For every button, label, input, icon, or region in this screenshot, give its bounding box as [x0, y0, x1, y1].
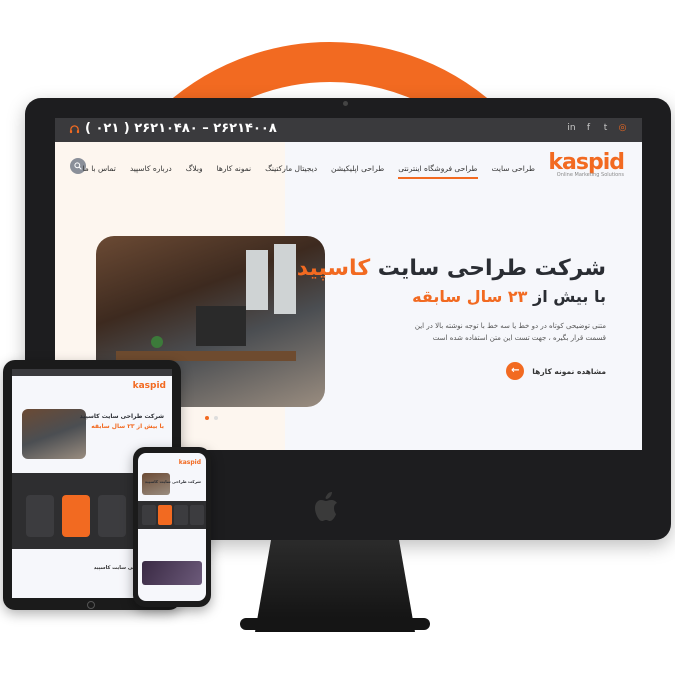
imac-stand-base	[240, 618, 430, 630]
camera-dot	[343, 101, 348, 106]
nav-item-blog[interactable]: وبلاگ	[186, 164, 203, 173]
monitor-shape	[196, 306, 246, 346]
window-shape	[274, 244, 296, 314]
tablet-service-card	[26, 495, 54, 537]
headset-icon	[69, 125, 80, 134]
tablet-hero-title: شرکت طراحی سایت کاسپید	[79, 413, 164, 420]
hero-text: شرکت طراحی سایت کاسپید با بیش از ۲۳ سال …	[297, 256, 606, 380]
phone-screen: kaspid شرکت طراحی سایت کاسپید	[138, 453, 206, 601]
cta-label: مشاهده نمونه کارها	[532, 366, 606, 376]
tablet-service-card	[98, 495, 126, 537]
nav-item-contact[interactable]: تماس با ما	[83, 164, 116, 173]
phone-device: kaspid شرکت طراحی سایت کاسپید	[133, 447, 211, 607]
phone-service-card	[190, 505, 204, 525]
tablet-home-button	[87, 601, 95, 609]
nav-item-about[interactable]: درباره کاسپید	[130, 164, 172, 173]
hero-subtitle-accent: ۲۳ سال سابقه	[412, 287, 528, 306]
slider-dots	[205, 416, 218, 420]
nav-item-app-design[interactable]: طراحی اپلیکیشن	[331, 164, 384, 173]
hero-description: متنی توضیحی کوتاه در دو خط یا سه خط با ت…	[414, 322, 606, 342]
hero-title: شرکت طراحی سایت کاسپید	[297, 256, 606, 281]
phone-hero-title: شرکت طراحی سایت کاسپید	[144, 479, 201, 484]
tablet-hero-photo	[22, 409, 86, 459]
tablet-hero-subtitle: با بیش از ۲۳ سال سابقه	[91, 423, 164, 430]
social-links: in f t ◎	[566, 123, 628, 134]
phone-logo: kaspid	[178, 459, 201, 466]
plant-shape	[151, 336, 163, 348]
phone-service-card	[174, 505, 188, 525]
phone-service-card	[142, 505, 156, 525]
nav-item-portfolio[interactable]: نمونه کارها	[217, 164, 252, 173]
tablet-service-card-active	[62, 495, 90, 537]
nav-item-online-shop[interactable]: طراحی فروشگاه اینترنتی	[398, 164, 478, 179]
nav-menu: طراحی سایت طراحی فروشگاه اینترنتی طراحی …	[83, 164, 535, 179]
hero-subtitle-prefix: با بیش از	[527, 287, 606, 306]
logo-tagline: Online Marketing Solutions	[556, 172, 624, 178]
hero-title-accent: کاسپید	[296, 256, 371, 281]
phone-hero-photo	[142, 473, 170, 495]
phone-portfolio-image	[142, 561, 202, 585]
apple-logo-icon	[315, 492, 337, 521]
top-bar: ( ۰۲۱ ) ۲۶۲۱۰۴۸۰ – ۲۶۲۱۴۰۰۸ in f t ◎	[55, 118, 642, 142]
search-icon	[74, 162, 82, 170]
phone-service-card-active	[158, 505, 172, 525]
main-nav: طراحی سایت طراحی فروشگاه اینترنتی طراحی …	[55, 142, 642, 190]
window-shape	[246, 250, 268, 310]
nav-item-web-design[interactable]: طراحی سایت	[492, 164, 535, 173]
twitter-icon[interactable]: t	[600, 123, 611, 134]
nav-item-digital-marketing[interactable]: دیجیتال مارکتینگ	[265, 164, 317, 173]
tablet-top-bar	[12, 369, 172, 376]
arrow-left-icon[interactable]: ←	[506, 362, 525, 380]
portfolio-cta[interactable]: مشاهده نمونه کارها ←	[297, 362, 606, 380]
hero-subtitle: با بیش از ۲۳ سال سابقه	[297, 287, 606, 306]
tablet-logo: kaspid	[132, 381, 166, 391]
hero-title-prefix: شرکت طراحی سایت	[370, 256, 606, 281]
site-logo[interactable]: kaspid Online Marketing Solutions	[548, 150, 625, 178]
instagram-icon[interactable]: ◎	[617, 123, 628, 134]
slider-dot[interactable]	[214, 416, 218, 420]
linkedin-icon[interactable]: in	[566, 123, 577, 134]
facebook-icon[interactable]: f	[583, 123, 594, 134]
slider-dot-active[interactable]	[205, 416, 209, 420]
phone-number[interactable]: ( ۰۲۱ ) ۲۶۲۱۰۴۸۰ – ۲۶۲۱۴۰۰۸	[85, 121, 277, 136]
